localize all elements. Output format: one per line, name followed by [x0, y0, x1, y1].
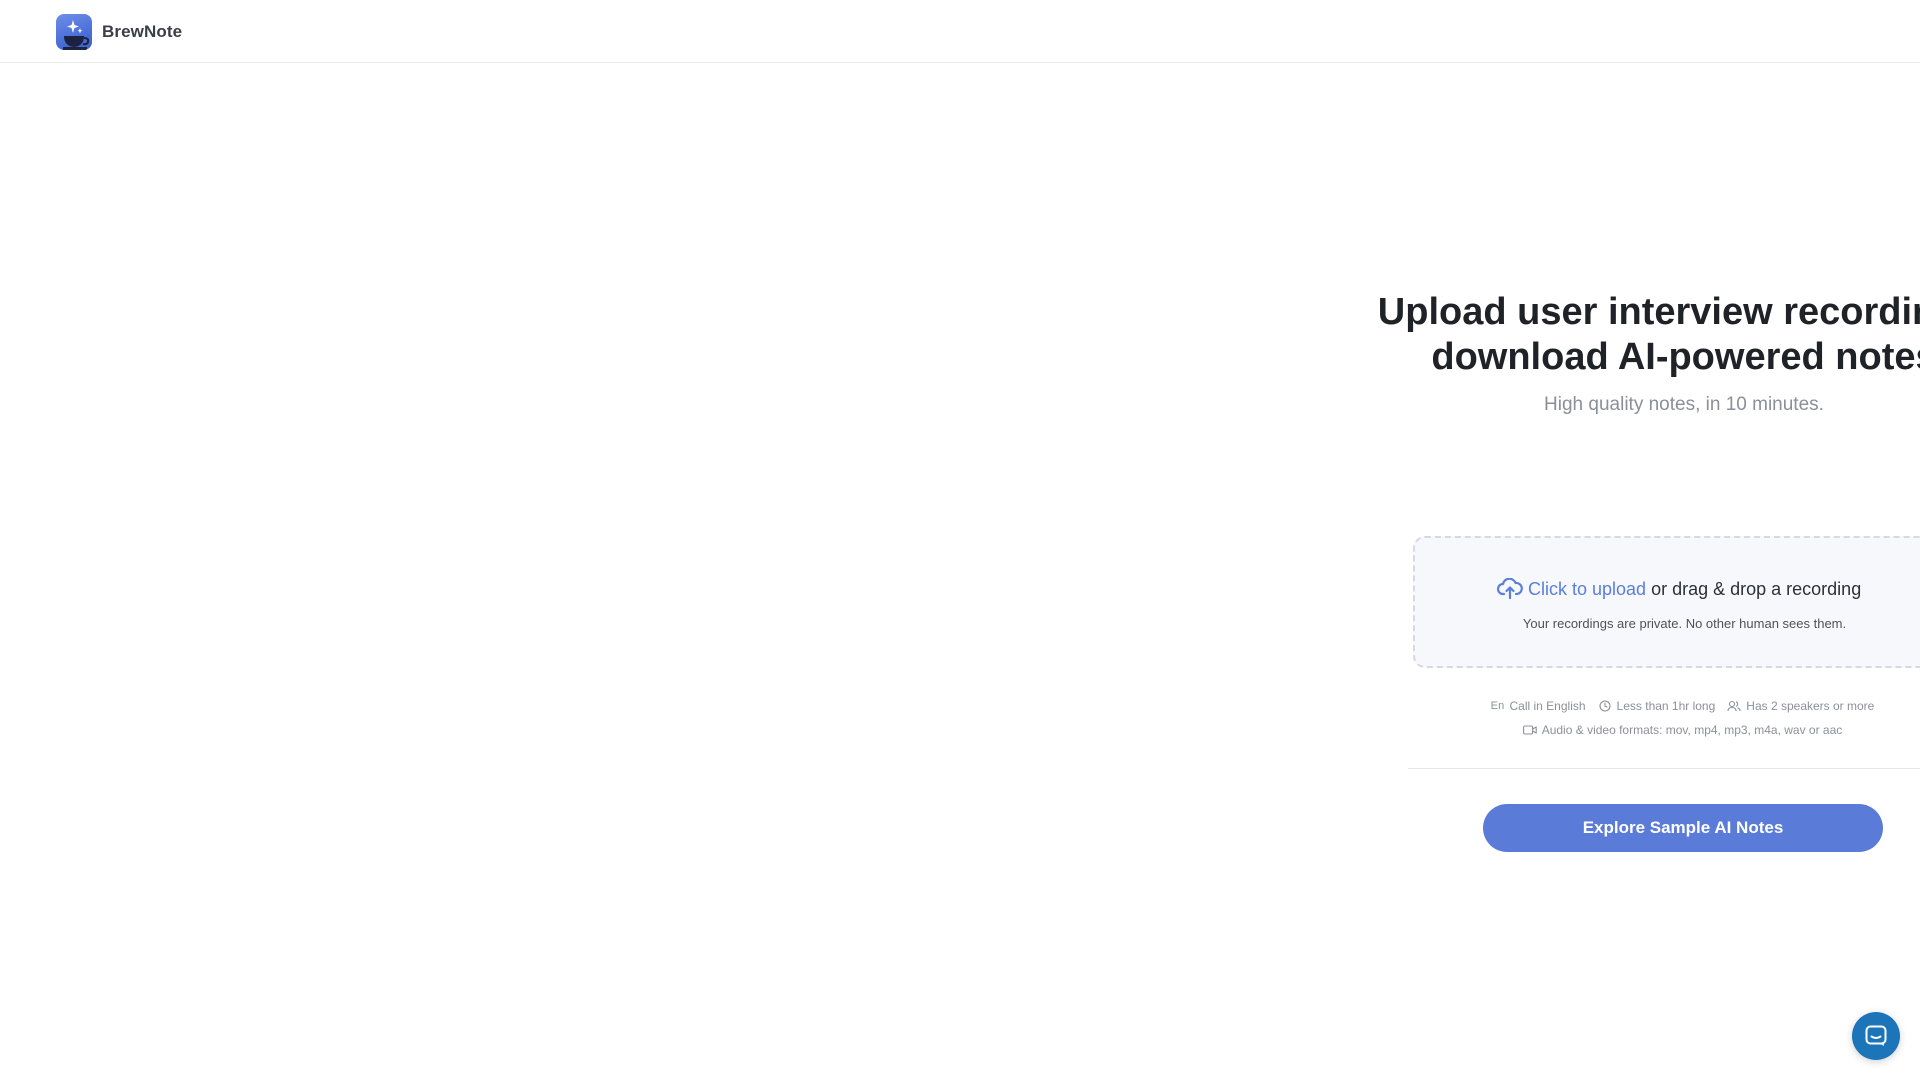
users-icon	[1727, 699, 1741, 713]
chat-launcher-button[interactable]	[1852, 1012, 1900, 1060]
brewnote-logo-icon	[56, 14, 92, 50]
requirement-language-label: Call in English	[1509, 699, 1586, 713]
explore-sample-notes-button[interactable]: Explore Sample AI Notes	[1483, 804, 1883, 852]
requirement-duration-label: Less than 1hr long	[1616, 699, 1716, 713]
requirement-language: En Call in English	[1491, 699, 1586, 713]
hero-title: Upload user interview recordings, downlo…	[1320, 290, 1920, 380]
requirement-formats: Audio & video formats: mov, mp4, mp3, m4…	[1522, 723, 1843, 737]
hero-subtitle: High quality notes, in 10 minutes.	[1544, 394, 1824, 415]
hero-title-line-1: Upload user interview recordings,	[1377, 291, 1920, 333]
requirement-speakers-label: Has 2 speakers or more	[1746, 699, 1875, 713]
requirement-duration: Less than 1hr long	[1598, 699, 1716, 713]
upload-requirements: En Call in English Less than 1hr long Ha…	[1420, 697, 1920, 739]
top-navigation-bar: BrewNote	[0, 0, 1920, 63]
privacy-note: Your recordings are private. No other hu…	[1522, 616, 1847, 631]
brand-home-link[interactable]: BrewNote	[56, 14, 182, 50]
cloud-upload-icon	[1496, 577, 1523, 600]
chat-bubble-icon	[1864, 1024, 1888, 1048]
language-badge: En	[1490, 700, 1505, 712]
drag-drop-label: or drag & drop a recording	[1651, 578, 1862, 599]
upload-prompt: Click to upload or drag & drop a recordi…	[1496, 577, 1862, 600]
brand-name: BrewNote	[102, 22, 183, 41]
upload-dropzone[interactable]: Click to upload or drag & drop a recordi…	[1413, 536, 1920, 668]
video-camera-icon	[1522, 723, 1537, 737]
section-divider	[1408, 768, 1920, 769]
requirement-formats-label: Audio & video formats: mov, mp4, mp3, m4…	[1541, 723, 1843, 737]
hero-title-line-2: download AI-powered notes	[1431, 336, 1920, 378]
requirements-row-2: Audio & video formats: mov, mp4, mp3, m4…	[1420, 721, 1920, 739]
click-to-upload-link[interactable]: Click to upload	[1528, 579, 1646, 600]
clock-icon	[1598, 699, 1612, 713]
requirement-speakers: Has 2 speakers or more	[1727, 699, 1874, 713]
requirements-row-1: En Call in English Less than 1hr long Ha…	[1420, 697, 1920, 715]
